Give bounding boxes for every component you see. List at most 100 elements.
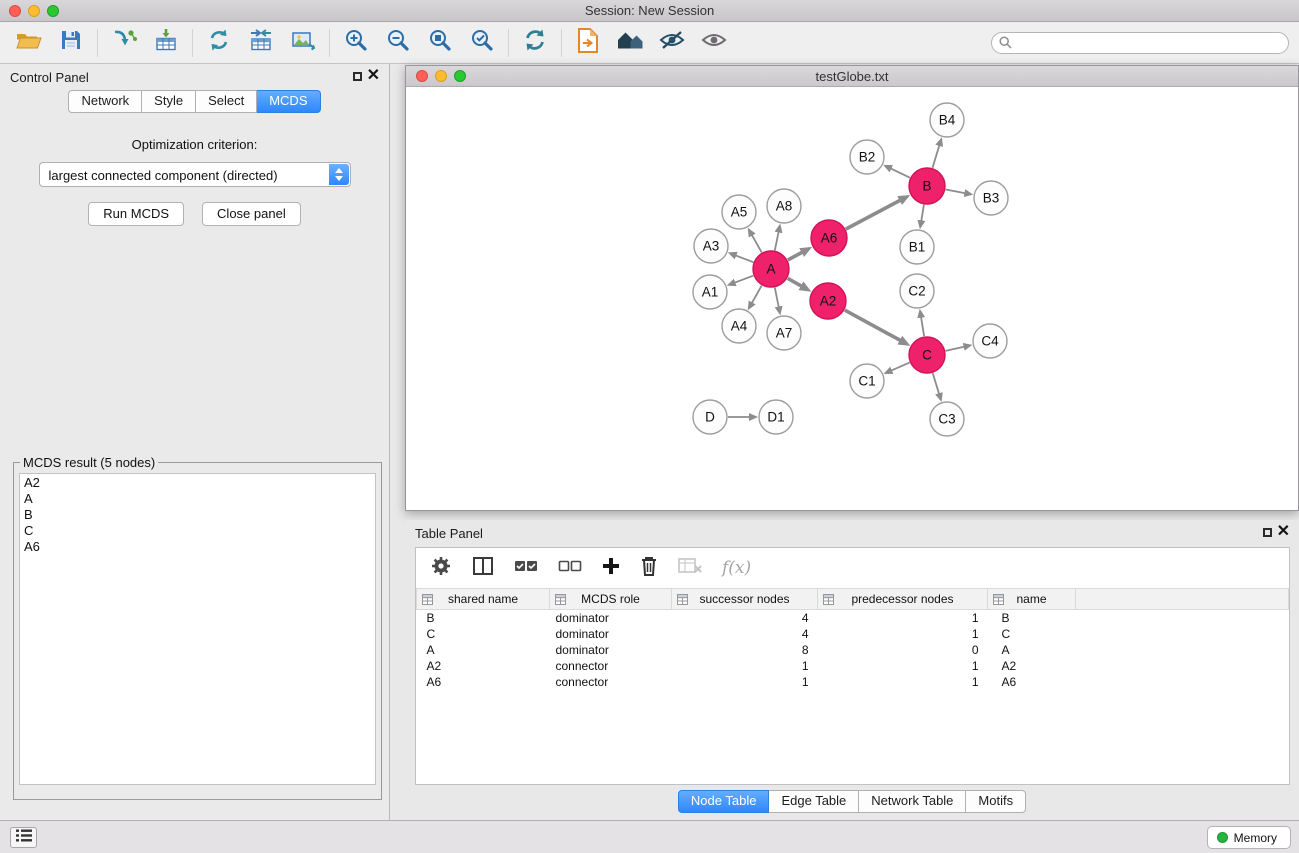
import-network-button[interactable] [103, 26, 145, 60]
table-mode-gear-icon[interactable] [430, 555, 452, 582]
import-table-button[interactable] [145, 26, 187, 60]
open-network-file-button[interactable] [567, 26, 609, 60]
function-builder-icon[interactable]: f(x) [722, 558, 751, 578]
close-panel-icon[interactable]: ✕ [367, 67, 380, 85]
mcds-result-item[interactable]: C [24, 523, 371, 539]
hide-selected-button[interactable] [651, 26, 693, 60]
mcds-result-item[interactable]: A6 [24, 539, 371, 555]
network-node-C3[interactable]: C3 [930, 402, 964, 436]
tab-select[interactable]: Select [196, 90, 257, 113]
delete-column-icon[interactable] [640, 555, 658, 582]
column-header-MCDS-role[interactable]: MCDS role [550, 589, 672, 610]
network-canvas[interactable]: B4 B2 B B3 A5 A8 A6 B1 A3 A C2 A1 A2 A4 A7 C4 C C1 C3 D D1 [406, 87, 1298, 510]
save-session-button[interactable] [50, 26, 92, 60]
network-node-A1[interactable]: A1 [693, 275, 727, 309]
new-network-button[interactable] [198, 26, 240, 60]
network-node-A4[interactable]: A4 [722, 309, 756, 343]
network-edge-A2-C[interactable] [845, 310, 901, 341]
deselect-all-icon[interactable] [558, 558, 582, 579]
window-titlebar[interactable]: Session: New Session [0, 0, 1299, 22]
network-node-A8[interactable]: A8 [767, 189, 801, 223]
network-edge-C-C1[interactable] [891, 363, 910, 371]
table-row[interactable]: Adominator80A [417, 642, 1289, 658]
network-node-A6[interactable]: A6 [811, 220, 847, 256]
network-node-A5[interactable]: A5 [722, 195, 756, 229]
network-edge-B-B3[interactable] [946, 190, 966, 194]
network-window-titlebar[interactable]: testGlobe.txt [406, 66, 1298, 87]
network-node-C2[interactable]: C2 [900, 274, 934, 308]
zoom-out-button[interactable] [377, 26, 419, 60]
show-all-button[interactable] [693, 26, 735, 60]
close-table-panel-icon[interactable]: ✕ [1277, 523, 1290, 541]
memory-button[interactable]: Memory [1207, 826, 1291, 849]
tab-node-table[interactable]: Node Table [678, 790, 770, 813]
network-node-B2[interactable]: B2 [850, 140, 884, 174]
run-mcds-button[interactable]: Run MCDS [88, 202, 184, 226]
table-row[interactable]: Cdominator41C [417, 626, 1289, 642]
mcds-result-item[interactable]: A2 [24, 475, 371, 491]
network-zoom-button[interactable] [454, 70, 466, 82]
delete-table-icon[interactable] [678, 556, 702, 581]
select-all-icon[interactable] [514, 558, 538, 579]
float-panel-icon[interactable] [353, 72, 362, 81]
home-button[interactable] [609, 26, 651, 60]
network-node-D1[interactable]: D1 [759, 400, 793, 434]
refresh-button[interactable] [514, 26, 556, 60]
column-header-name[interactable]: name [988, 589, 1076, 610]
network-node-A7[interactable]: A7 [767, 316, 801, 350]
mcds-result-item[interactable]: B [24, 507, 371, 523]
zoom-in-button[interactable] [335, 26, 377, 60]
tab-style[interactable]: Style [142, 90, 196, 113]
network-node-A[interactable]: A [753, 251, 789, 287]
network-edge-A-A5[interactable] [752, 235, 762, 253]
mcds-result-list[interactable]: A2ABCA6 [19, 473, 376, 785]
network-edge-B-B1[interactable] [921, 205, 924, 222]
column-header-predecessor-nodes[interactable]: predecessor nodes [818, 589, 988, 610]
export-image-button[interactable] [282, 26, 324, 60]
network-node-A2[interactable]: A2 [810, 283, 846, 319]
zoom-selected-button[interactable] [461, 26, 503, 60]
add-column-icon[interactable] [602, 557, 620, 580]
network-node-A3[interactable]: A3 [694, 229, 728, 263]
network-edge-A-A4[interactable] [752, 286, 762, 304]
tab-edge-table[interactable]: Edge Table [769, 790, 859, 813]
network-node-B[interactable]: B [909, 168, 945, 204]
network-edge-C-C2[interactable] [921, 317, 924, 337]
new-table-button[interactable] [240, 26, 282, 60]
network-node-C4[interactable]: C4 [973, 324, 1007, 358]
column-header-shared-name[interactable]: shared name [417, 589, 550, 610]
mcds-result-item[interactable]: A [24, 491, 371, 507]
network-close-button[interactable] [416, 70, 428, 82]
network-edge-C-C4[interactable] [946, 347, 965, 351]
network-node-C[interactable]: C [909, 337, 945, 373]
tab-network-table[interactable]: Network Table [859, 790, 966, 813]
table-row[interactable]: A6connector11A6 [417, 674, 1289, 690]
network-edge-B-B4[interactable] [933, 145, 940, 168]
network-node-D[interactable]: D [693, 400, 727, 434]
close-panel-button[interactable]: Close panel [202, 202, 301, 226]
network-edge-A6-B[interactable] [846, 200, 901, 229]
column-header-successor-nodes[interactable]: successor nodes [672, 589, 818, 610]
tab-network[interactable]: Network [68, 90, 142, 113]
tab-mcds[interactable]: MCDS [257, 90, 320, 113]
network-node-B3[interactable]: B3 [974, 181, 1008, 215]
optimization-criterion-select[interactable]: largest connected component (directed) [39, 162, 351, 187]
zoom-fit-button[interactable] [419, 26, 461, 60]
task-history-button[interactable] [10, 827, 37, 848]
table-row[interactable]: Bdominator41B [417, 610, 1289, 626]
network-edge-B-B2[interactable] [890, 168, 910, 177]
network-edge-A-A7[interactable] [775, 288, 779, 308]
network-edge-A-A2[interactable] [788, 278, 802, 286]
network-node-B4[interactable]: B4 [930, 103, 964, 137]
show-columns-icon[interactable] [472, 556, 494, 581]
search-input[interactable] [991, 32, 1289, 54]
open-session-button[interactable] [8, 26, 50, 60]
network-edge-C-C3[interactable] [933, 373, 940, 394]
tab-motifs[interactable]: Motifs [966, 790, 1026, 813]
network-edge-A-A1[interactable] [734, 276, 753, 283]
network-edge-A-A8[interactable] [775, 232, 779, 251]
network-node-B1[interactable]: B1 [900, 230, 934, 264]
network-minimize-button[interactable] [435, 70, 447, 82]
network-node-C1[interactable]: C1 [850, 364, 884, 398]
float-table-panel-icon[interactable] [1263, 528, 1272, 537]
